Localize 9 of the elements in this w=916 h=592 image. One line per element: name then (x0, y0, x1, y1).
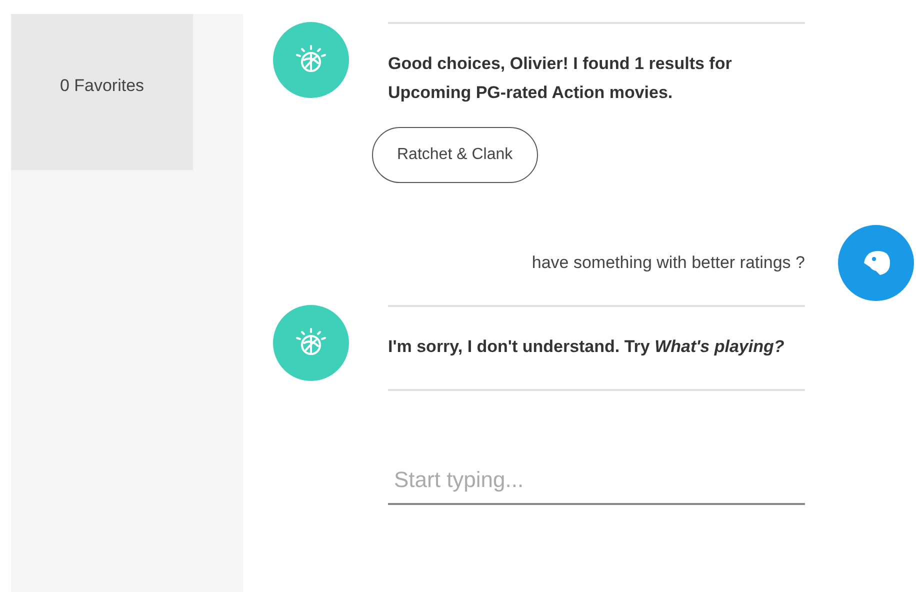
robot-avatar-icon (273, 22, 349, 98)
bot-message: I'm sorry, I don't understand. Try What's playing? (388, 336, 786, 358)
favorites-panel[interactable]: 0 Favorites (11, 14, 193, 170)
suggestion-chip[interactable]: Ratchet & Clank (372, 127, 538, 183)
bot-message: Good choices, Olivier! I found 1 results for Upcoming PG-rated Action movies. (388, 53, 733, 104)
user-message: have something with better ratings ? (530, 252, 805, 274)
robot-avatar-icon (273, 305, 349, 381)
message-input[interactable]: Start typing... (388, 457, 805, 505)
favorites-count: 0 Favorites (60, 75, 144, 98)
